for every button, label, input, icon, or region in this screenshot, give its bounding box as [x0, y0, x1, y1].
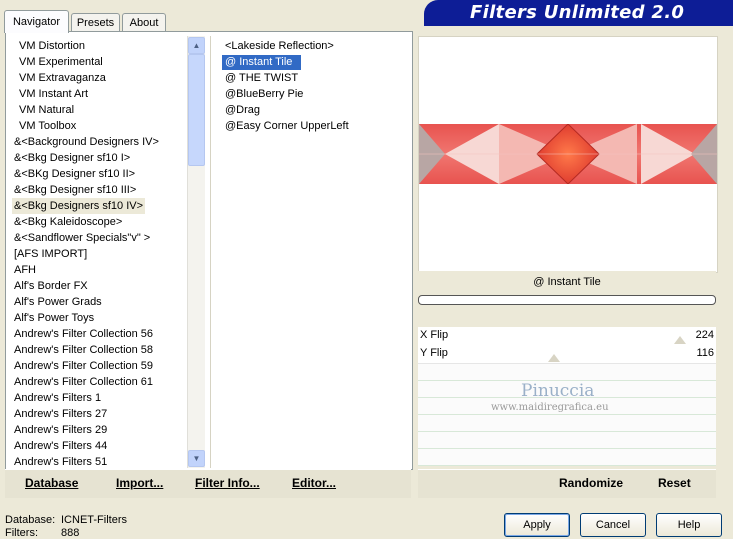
help-button[interactable]: Help	[656, 513, 722, 537]
filter-item[interactable]: <Lakeside Reflection>	[222, 39, 337, 54]
scroll-up-button[interactable]: ▲	[188, 37, 205, 54]
category-list[interactable]: VM Distortion VM Experimental VM Extrava…	[12, 36, 187, 468]
filters-label: Filters:	[5, 527, 38, 539]
filter-item[interactable]: @Easy Corner UpperLeft	[222, 119, 352, 134]
slider-label: X Flip	[420, 329, 449, 341]
slider-thumb-icon[interactable]	[548, 354, 560, 362]
category-item[interactable]: &<BKg Designer sf10 II>	[12, 166, 137, 182]
category-item[interactable]: &<Sandflower Specials"v" >	[12, 230, 152, 246]
slider-y-flip[interactable]: Y Flip 116	[418, 345, 716, 364]
database-label: Database:	[5, 514, 56, 526]
category-item[interactable]: VM Toolbox	[17, 118, 78, 134]
category-item[interactable]: VM Experimental	[17, 54, 105, 70]
category-item[interactable]: Andrew's Filters 44	[12, 438, 109, 454]
category-item[interactable]: Andrew's Filter Collection 56	[12, 326, 155, 342]
category-item[interactable]: Andrew's Filter Collection 59	[12, 358, 155, 374]
category-item[interactable]: &<Bkg Designer sf10 III>	[12, 182, 138, 198]
cancel-button[interactable]: Cancel	[580, 513, 646, 537]
category-item-selected[interactable]: &<Bkg Designers sf10 IV>	[12, 198, 146, 214]
filter-item-selected[interactable]: @ Instant Tile	[221, 54, 302, 71]
reset-button[interactable]: Reset	[658, 476, 691, 490]
category-item[interactable]: [AFS IMPORT]	[12, 246, 89, 262]
empty-slider-row	[418, 432, 716, 449]
category-item[interactable]: VM Natural	[17, 102, 76, 118]
category-item[interactable]: Andrew's Filter Collection 58	[12, 342, 155, 358]
filter-item[interactable]: @Drag	[222, 103, 263, 118]
empty-slider-row	[418, 364, 716, 381]
selected-filter-name: @ Instant Tile	[418, 271, 716, 293]
category-scrollbar[interactable]: ▲ ▼	[187, 36, 205, 468]
category-item[interactable]: VM Distortion	[17, 38, 87, 54]
preview-image	[419, 124, 717, 184]
progress-bar	[418, 295, 716, 305]
watermark-url: www.maidiregrafica.eu	[491, 402, 609, 413]
slider-value: 116	[696, 347, 714, 359]
randomize-button[interactable]: Randomize	[559, 476, 623, 490]
tab-navigator[interactable]: Navigator	[4, 10, 69, 33]
editor-button[interactable]: Editor...	[292, 476, 336, 490]
preview-panel	[418, 36, 718, 273]
category-item[interactable]: AFH	[12, 262, 38, 278]
slider-x-flip[interactable]: X Flip 224	[418, 327, 716, 346]
category-item[interactable]: Andrew's Filters 27	[12, 406, 109, 422]
category-item[interactable]: &<Bkg Kaleidoscope>	[12, 214, 124, 230]
empty-slider-row	[418, 415, 716, 432]
scroll-thumb[interactable]	[188, 54, 205, 166]
app-title: Filters Unlimited 2.0	[470, 2, 685, 23]
watermark-name: Pinuccia	[521, 381, 595, 401]
filter-list[interactable]: <Lakeside Reflection> @ Instant Tile @ T…	[210, 36, 411, 468]
database-value: ICNET-Filters	[61, 514, 127, 526]
database-button[interactable]: Database	[25, 476, 78, 490]
category-item[interactable]: &<Background Designers IV>	[12, 134, 161, 150]
category-item[interactable]: Andrew's Filters 1	[12, 390, 103, 406]
slider-thumb-icon[interactable]	[674, 336, 686, 344]
scroll-down-button[interactable]: ▼	[188, 450, 205, 467]
category-item[interactable]: Andrew's Filter Collection 61	[12, 374, 155, 390]
slider-value: 224	[695, 329, 714, 341]
filter-item[interactable]: @ THE TWIST	[222, 71, 301, 86]
tab-presets[interactable]: Presets	[71, 13, 120, 32]
filters-count: 888	[61, 527, 80, 539]
filter-info-button[interactable]: Filter Info...	[195, 476, 260, 490]
category-item[interactable]: Alf's Border FX	[12, 278, 90, 294]
import-button[interactable]: Import...	[116, 476, 163, 490]
category-item[interactable]: VM Extravaganza	[17, 70, 108, 86]
apply-button[interactable]: Apply	[504, 513, 570, 537]
category-item[interactable]: VM Instant Art	[17, 86, 90, 102]
category-item[interactable]: Andrew's Filters 51	[12, 454, 109, 468]
tab-about[interactable]: About	[122, 13, 166, 32]
category-item[interactable]: Alf's Power Grads	[12, 294, 104, 310]
filter-item[interactable]: @BlueBerry Pie	[222, 87, 306, 102]
category-item[interactable]: Alf's Power Toys	[12, 310, 96, 326]
category-item[interactable]: &<Bkg Designer sf10 I>	[12, 150, 132, 166]
empty-slider-row	[418, 449, 716, 466]
category-item[interactable]: Andrew's Filters 29	[12, 422, 109, 438]
slider-label: Y Flip	[420, 347, 448, 359]
